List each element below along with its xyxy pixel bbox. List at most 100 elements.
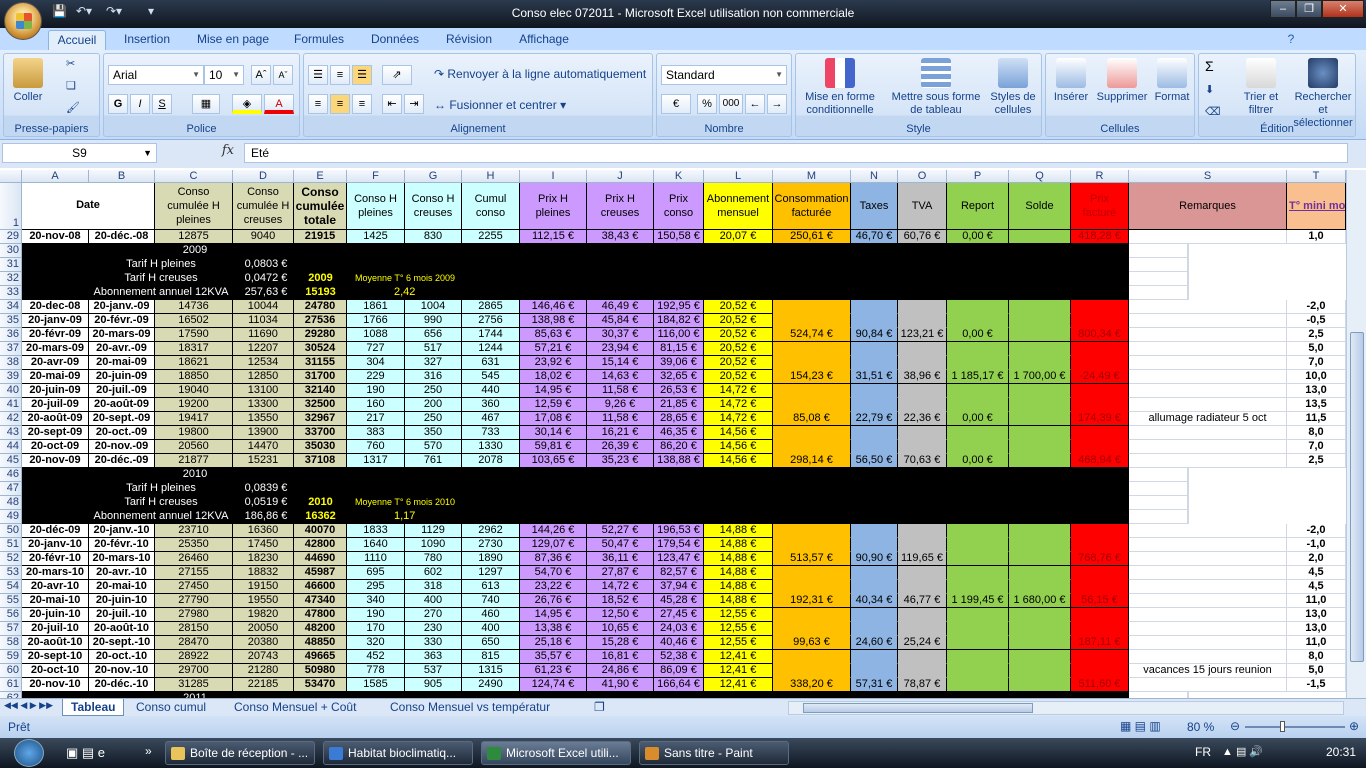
cell-t[interactable]: 2,0 xyxy=(1287,552,1346,566)
cell-b[interactable]: 20-juin-09 xyxy=(89,370,155,384)
cell-d[interactable]: 20380 xyxy=(233,636,294,650)
cell-p[interactable] xyxy=(947,300,1009,314)
cell-e[interactable]: 53470 xyxy=(294,678,347,692)
cell-l[interactable]: 14,72 € xyxy=(704,398,773,412)
cell-r[interactable] xyxy=(1071,622,1129,636)
cell-o[interactable] xyxy=(898,608,947,622)
cell-k[interactable]: 46,35 € xyxy=(654,426,704,440)
cell-i[interactable]: 54,70 € xyxy=(520,566,587,580)
cell-c[interactable]: 18850 xyxy=(155,370,233,384)
cell-n[interactable]: 22,79 € xyxy=(851,412,898,426)
row-header[interactable]: 49 xyxy=(0,510,22,524)
scrollbar-thumb[interactable] xyxy=(803,703,1033,713)
cell-e[interactable]: 49665 xyxy=(294,650,347,664)
cell-n[interactable]: 90,84 € xyxy=(851,328,898,342)
cell-s[interactable] xyxy=(1129,426,1287,440)
cell-o[interactable] xyxy=(898,524,947,538)
cell-m[interactable]: 192,31 € xyxy=(773,594,851,608)
align-top-icon[interactable]: ☰ xyxy=(308,65,328,85)
cell-f[interactable]: 760 xyxy=(347,440,405,454)
cell-n[interactable] xyxy=(851,342,898,356)
cell-q[interactable] xyxy=(1009,328,1071,342)
cell-t[interactable]: 5,0 xyxy=(1287,342,1346,356)
cell-p[interactable] xyxy=(947,538,1009,552)
cell-f[interactable]: 229 xyxy=(347,370,405,384)
cell-g[interactable]: 517 xyxy=(405,342,462,356)
column-header-r[interactable]: R xyxy=(1071,170,1129,183)
cell-q[interactable] xyxy=(1009,342,1071,356)
cell-b[interactable]: 20-déc.-10 xyxy=(89,678,155,692)
column-header-k[interactable]: K xyxy=(654,170,704,183)
decrease-indent-icon[interactable]: ⇤ xyxy=(382,94,402,114)
cell-f[interactable]: 1088 xyxy=(347,328,405,342)
cell-m[interactable]: 338,20 € xyxy=(773,678,851,692)
cell-i[interactable]: 30,14 € xyxy=(520,426,587,440)
cell-b[interactable]: 20-juin-10 xyxy=(89,594,155,608)
cell-e[interactable]: 35030 xyxy=(294,440,347,454)
cell-g[interactable]: 270 xyxy=(405,608,462,622)
row-header[interactable]: 36 xyxy=(0,328,22,342)
cell-s[interactable] xyxy=(1129,552,1287,566)
cell-d[interactable]: 19820 xyxy=(233,608,294,622)
cell-k[interactable]: 28,65 € xyxy=(654,412,704,426)
tab-mise-en-page[interactable]: Mise en page xyxy=(190,30,276,50)
cell-s[interactable] xyxy=(1129,580,1287,594)
cell-g[interactable]: 330 xyxy=(405,636,462,650)
office-button[interactable] xyxy=(4,2,42,40)
column-header-d[interactable]: D xyxy=(233,170,294,183)
row-header[interactable]: 38 xyxy=(0,356,22,370)
cell-o[interactable]: 25,24 € xyxy=(898,636,947,650)
column-header-p[interactable]: P xyxy=(947,170,1009,183)
cell-j[interactable]: 38,43 € xyxy=(587,230,654,244)
cell-j[interactable]: 11,58 € xyxy=(587,412,654,426)
cell-i[interactable]: 61,23 € xyxy=(520,664,587,678)
cell-k[interactable]: 138,88 € xyxy=(654,454,704,468)
cell-b[interactable]: 20-avr.-10 xyxy=(89,566,155,580)
cell-n[interactable]: 31,51 € xyxy=(851,370,898,384)
cell-k[interactable]: 86,20 € xyxy=(654,440,704,454)
cell-r[interactable] xyxy=(1071,566,1129,580)
cell-t[interactable]: 7,0 xyxy=(1287,440,1346,454)
cell-l[interactable]: 20,52 € xyxy=(704,328,773,342)
cell-p[interactable] xyxy=(947,426,1009,440)
row-header[interactable]: 33 xyxy=(0,286,22,300)
spreadsheet-grid[interactable]: A B C D E F G H I J K L M N O P Q R S T 1 Date Conso cumulée H… xyxy=(0,170,1346,698)
cell-k[interactable]: 45,28 € xyxy=(654,594,704,608)
cell-p[interactable] xyxy=(947,314,1009,328)
cell-r[interactable] xyxy=(1071,314,1129,328)
cell-e[interactable]: 48850 xyxy=(294,636,347,650)
cell-d[interactable]: 11690 xyxy=(233,328,294,342)
cell-g[interactable]: 780 xyxy=(405,552,462,566)
increase-indent-icon[interactable]: ⇥ xyxy=(404,94,424,114)
cell-l[interactable]: 14,88 € xyxy=(704,552,773,566)
cell-k[interactable]: 184,82 € xyxy=(654,314,704,328)
cell-s[interactable] xyxy=(1129,440,1287,454)
cell-d[interactable]: 15231 xyxy=(233,454,294,468)
font-size-select[interactable]: 10 ▼ xyxy=(204,65,244,85)
cell-c[interactable]: 28470 xyxy=(155,636,233,650)
cell-k[interactable]: 166,64 € xyxy=(654,678,704,692)
cell-e[interactable]: 32967 xyxy=(294,412,347,426)
taskbar-item[interactable]: Habitat bioclimatiq... xyxy=(323,741,473,765)
cell-i[interactable]: 144,26 € xyxy=(520,524,587,538)
italic-button[interactable]: I xyxy=(130,94,150,114)
cell-d[interactable]: 18230 xyxy=(233,552,294,566)
cell-o[interactable]: 38,96 € xyxy=(898,370,947,384)
maximize-button[interactable]: ❐ xyxy=(1296,0,1322,18)
zoom-slider[interactable] xyxy=(1245,726,1345,728)
format-painter-icon[interactable]: 🖌 xyxy=(66,102,80,115)
cell-d[interactable]: 21280 xyxy=(233,664,294,678)
cell-r[interactable] xyxy=(1071,608,1129,622)
sheet-tab[interactable]: Tableau xyxy=(62,699,125,716)
cell-k[interactable]: 26,53 € xyxy=(654,384,704,398)
cell-j[interactable]: 12,50 € xyxy=(587,608,654,622)
cell-g[interactable]: 905 xyxy=(405,678,462,692)
cell-k[interactable]: 21,85 € xyxy=(654,398,704,412)
cell-g[interactable]: 327 xyxy=(405,356,462,370)
cell-s[interactable] xyxy=(1129,342,1287,356)
cell-s[interactable]: allumage radiateur 5 oct xyxy=(1129,412,1287,426)
cell-i[interactable]: 26,76 € xyxy=(520,594,587,608)
cell-p[interactable]: 0,00 € xyxy=(947,328,1009,342)
cell-m[interactable] xyxy=(773,398,851,412)
cell-h[interactable]: 2490 xyxy=(462,678,520,692)
